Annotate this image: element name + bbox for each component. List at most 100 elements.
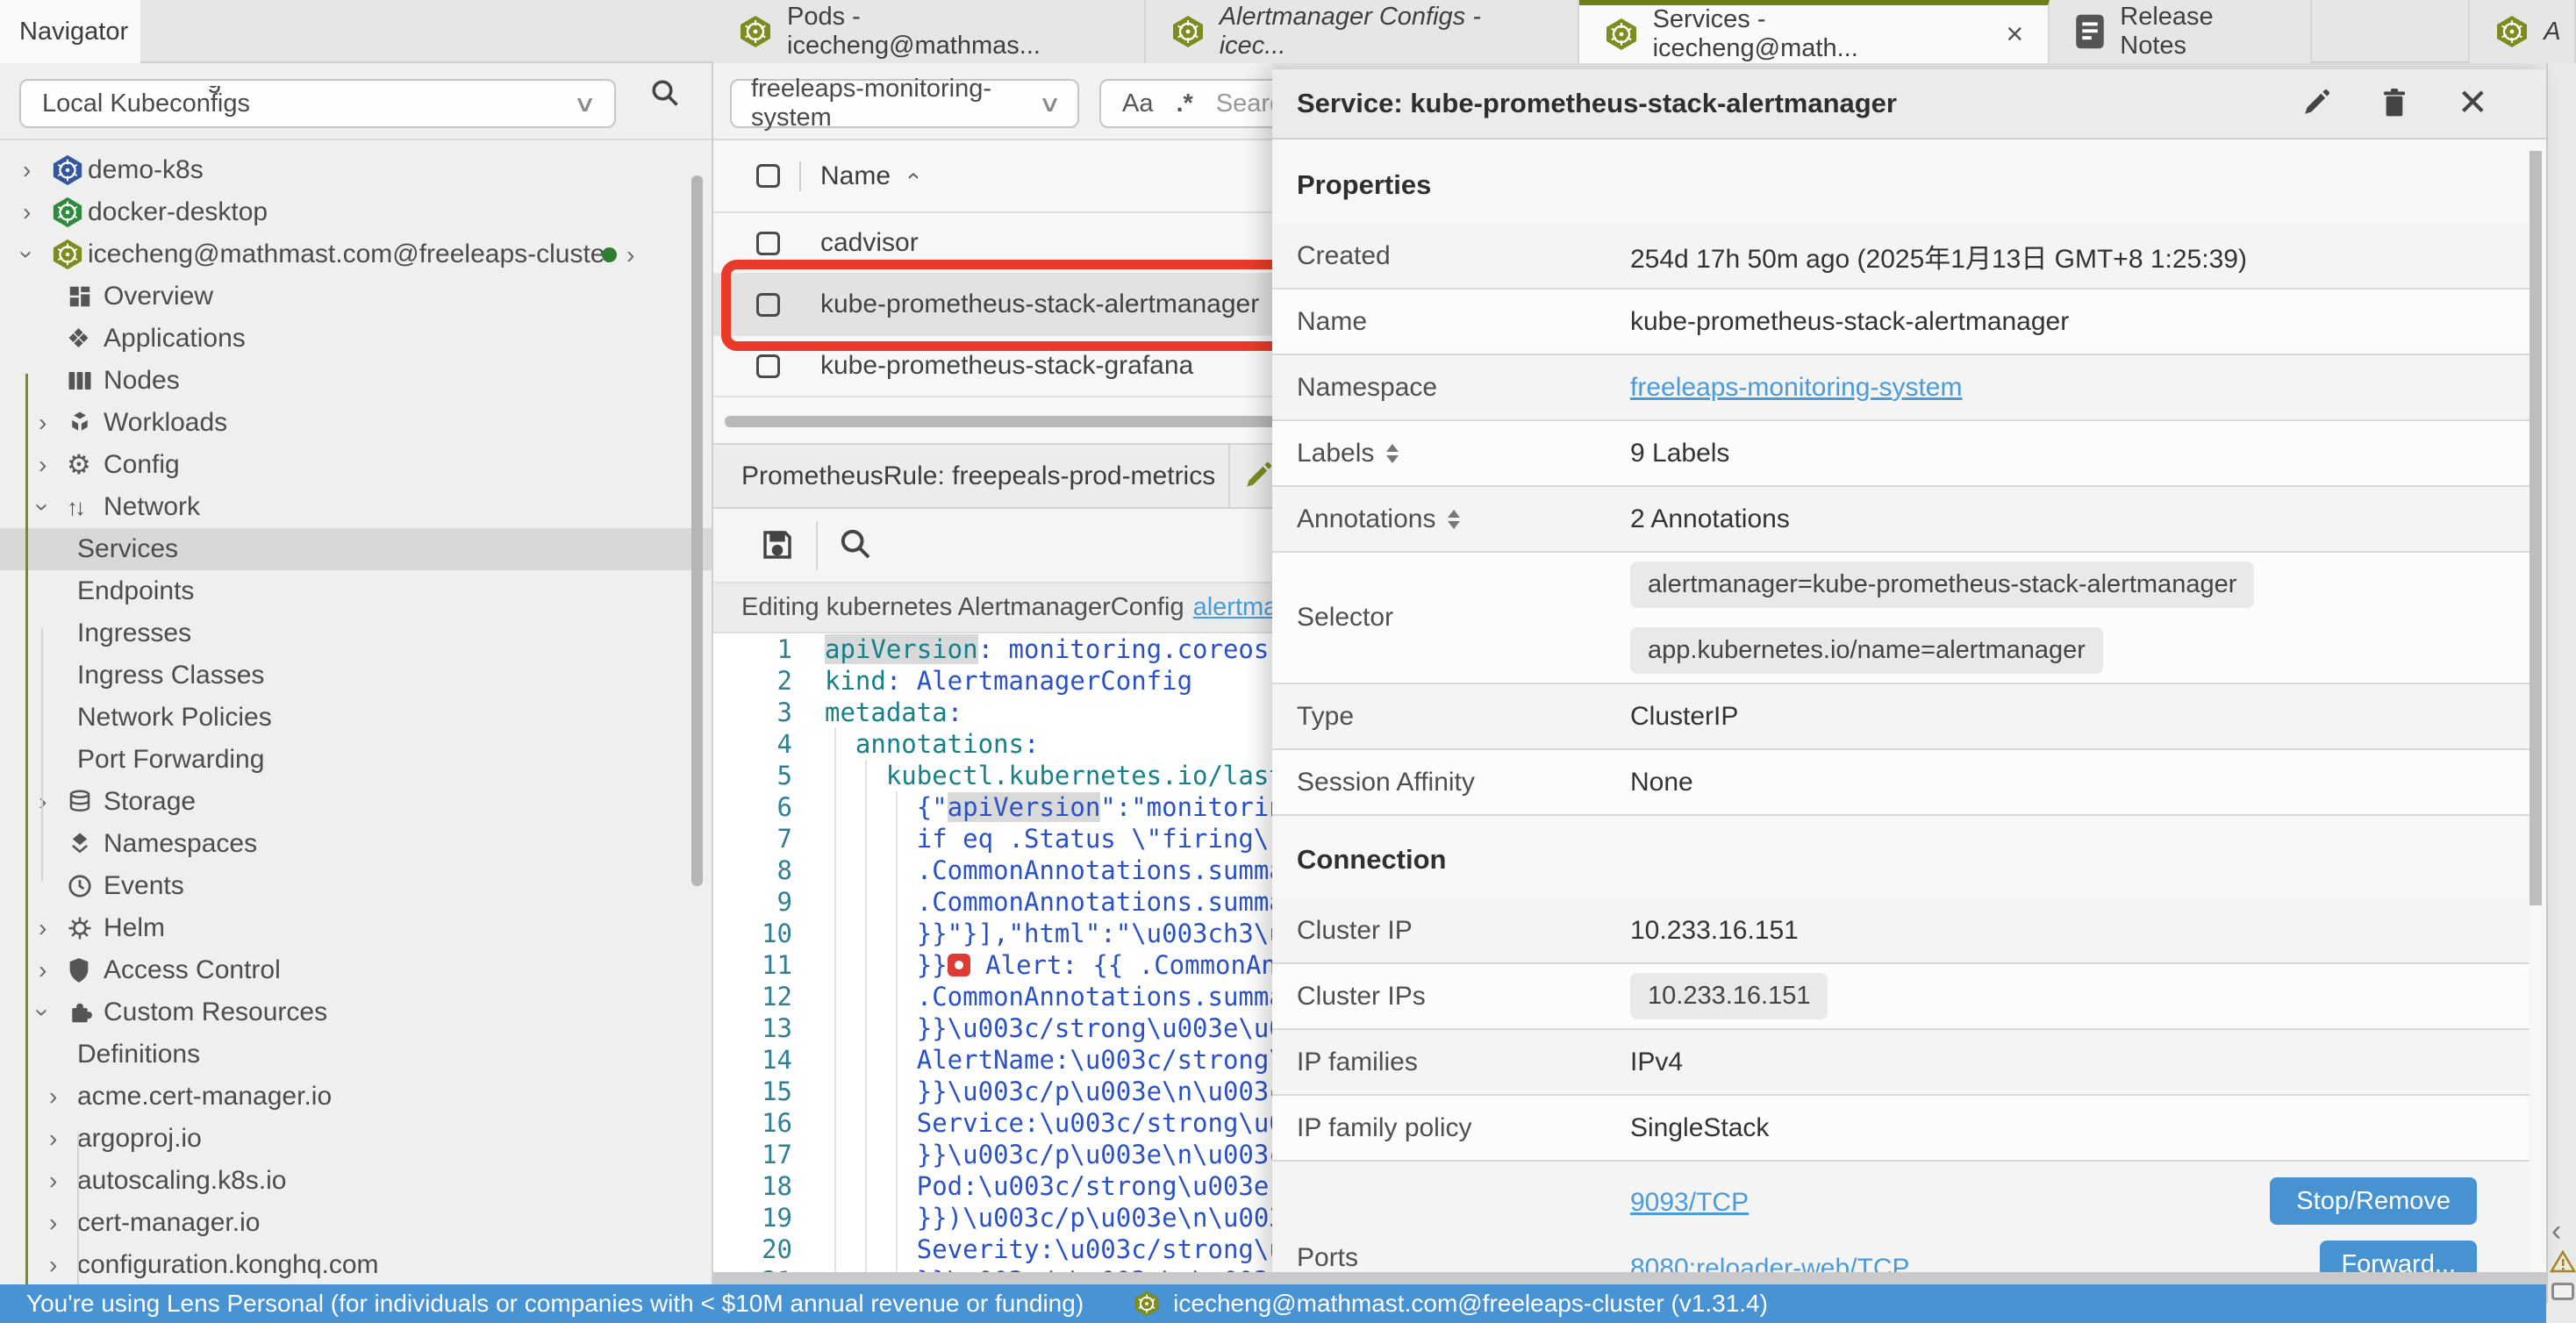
sidebar-item-network[interactable]: ›↑↓Network — [0, 486, 713, 528]
service-name: cadvisor — [820, 228, 919, 258]
sidebar-item-configuration-konghq-com[interactable]: ›configuration.konghq.com — [0, 1244, 713, 1286]
sidebar-item-network-policies[interactable]: Network Policies — [0, 697, 713, 739]
sidebar-item-argoproj-io[interactable]: ›argoproj.io — [0, 1118, 713, 1160]
chevron-glyph: › — [29, 1008, 57, 1016]
code-segment: AlertName:\u003c/strong\u003e { — [917, 1045, 1272, 1075]
code-segment: apiVersion — [825, 634, 978, 664]
sort-ascending-icon[interactable]: › — [898, 172, 926, 180]
sidebar-item-overview[interactable]: Overview — [0, 275, 713, 318]
select-all-checkbox[interactable] — [756, 164, 780, 188]
sidebar-scrollbar[interactable] — [691, 175, 703, 886]
partial-row-clip: kube-prometheus-stack-kube-state-metrics — [713, 397, 1272, 417]
sidebar-item-namespaces[interactable]: Namespaces — [0, 823, 713, 865]
match-case-toggle[interactable]: Aa — [1122, 89, 1153, 118]
indent-guide — [77, 1133, 79, 1304]
drawer-scrollbar[interactable] — [2529, 151, 2542, 905]
row-label-text: Cluster IP — [1297, 916, 1413, 946]
chip-list: 10.233.16.151 — [1630, 964, 2529, 1028]
sidebar-item-helm[interactable]: ›Helm — [0, 907, 713, 949]
tab-release-notes[interactable]: Release Notes — [2050, 0, 2312, 63]
sidebar-item-definitions[interactable]: Definitions — [0, 1033, 713, 1076]
table-horizontal-scrollbar[interactable] — [725, 416, 1272, 427]
stop-remove-button[interactable]: Stop/Remove — [2270, 1177, 2477, 1225]
sidebar-item-custom-resources[interactable]: ›Custom Resources — [0, 991, 713, 1033]
drawer-row-labels: Labels9 Labels — [1272, 421, 2529, 487]
sort-arrows-icon[interactable] — [1386, 444, 1399, 463]
sidebar-item-storage[interactable]: ›Storage — [0, 781, 713, 823]
edit-pencil-icon[interactable] — [1243, 461, 1272, 490]
horizontal-scrollbar-strip[interactable] — [713, 1272, 2546, 1284]
table-row[interactable]: kube-prometheus-stack-kube-state-metrics — [713, 397, 1272, 417]
sidebar-item-services[interactable]: Services — [0, 528, 713, 570]
sidebar-item-demo-k8s[interactable]: ›demo-k8s — [0, 149, 713, 191]
yaml-editor[interactable]: 1apiVersion: monitoring.coreos.com/v12ki… — [713, 633, 1272, 1284]
sidebar-item-endpoints[interactable]: Endpoints — [0, 570, 713, 612]
sidebar-item-label: Access Control — [104, 955, 281, 985]
tab-pods-icecheng-mathmas-[interactable]: Pods - icecheng@mathmas... — [713, 0, 1146, 63]
code-segment: Alert: {{ .CommonAnnotati — [970, 950, 1272, 980]
panel-icon[interactable] — [2551, 1283, 2574, 1300]
sidebar-item-config[interactable]: ›⚙Config — [0, 444, 713, 486]
sidebar-item-nodes[interactable]: Nodes — [0, 360, 713, 402]
sidebar-item-port-forwarding[interactable]: Port Forwarding — [0, 739, 713, 781]
sidebar-item-access-control[interactable]: ›Access Control — [0, 949, 713, 991]
save-icon[interactable] — [759, 526, 796, 563]
namespace-select[interactable]: freeleaps-monitoring-system ∨ — [730, 79, 1079, 128]
service-details-drawer: Service: kube-prometheus-stack-alertmana… — [1272, 69, 2546, 1284]
drawer-title: Service: kube-prometheus-stack-alertmana… — [1297, 88, 1897, 119]
row-label-text: Annotations — [1297, 504, 1435, 534]
prometheusrule-dock-tab[interactable]: PrometheusRule: freepeals-prod-metrics — [713, 443, 1272, 509]
code-segment: }} — [917, 950, 948, 980]
code-segment: : — [1024, 729, 1039, 759]
sidebar-item-icecheng-mathmast-com-freeleaps-cluster[interactable]: › icecheng@mathmast.com@freeleaps-cluster… — [0, 233, 713, 275]
regex-toggle[interactable]: .* — [1176, 89, 1192, 118]
namespace-link[interactable]: freeleaps-monitoring-system — [1630, 355, 2529, 419]
chevron-left-icon[interactable]: ‹ — [2551, 1214, 2561, 1248]
row-checkbox[interactable] — [756, 354, 780, 378]
tab-alertmanager-configs-ice[interactable]: Alertmanager Configs - icec... — [1146, 0, 1579, 63]
port-link[interactable]: 9093/TCP — [1630, 1188, 1749, 1218]
sidebar-item-acme-cert-manager-io[interactable]: ›acme.cert-manager.io — [0, 1076, 713, 1118]
tab-services-icecheng-math-[interactable]: Services - icecheng@math...× — [1579, 0, 2050, 63]
sidebar-item-ingresses[interactable]: Ingresses — [0, 612, 713, 654]
sidebar-item-ingress-classes[interactable]: Ingress Classes — [0, 654, 713, 697]
sidebar-item-label: icecheng@mathmast.com@freeleaps-cluster — [88, 240, 613, 269]
sidebar-item-label: Applications — [104, 324, 246, 354]
close-icon[interactable]: ✕ — [2458, 85, 2488, 120]
find-icon[interactable] — [838, 526, 873, 561]
code-line: 9 .CommonAnnotations.summary }}- — [713, 886, 1272, 918]
sidebar-item-cert-manager-io[interactable]: ›cert-manager.io — [0, 1202, 713, 1244]
chevron-collapsed-icon: › — [49, 1167, 77, 1195]
code-segment: apiVersion — [948, 792, 1101, 822]
code-text: }}\u003c/p\u003e\n\u003cp\u003 — [825, 1139, 1272, 1170]
warning-icon — [2550, 1249, 2576, 1274]
sidebar-item-applications[interactable]: ❖Applications — [0, 318, 713, 360]
row-checkbox[interactable] — [756, 232, 780, 255]
sidebar-item-docker-desktop[interactable]: ›docker-desktop — [0, 191, 713, 233]
kubernetes-icon — [2494, 14, 2529, 49]
tab-partial[interactable]: A — [2468, 0, 2576, 63]
kubeconfig-select[interactable]: Local Kubeconfigs ∨ — [19, 79, 616, 128]
navigator-tab[interactable]: Navigator — [0, 0, 140, 63]
connected-dot — [602, 247, 617, 262]
edit-pencil-icon[interactable] — [2301, 88, 2331, 118]
sidebar-item-workloads[interactable]: ›Workloads — [0, 402, 713, 444]
search-input[interactable]: Aa .* Search — [1099, 79, 1272, 128]
code-segment: }})\u003c/p\u003e\n\u003cp\u00 — [917, 1203, 1272, 1233]
tab-close-icon[interactable]: × — [2006, 18, 2023, 52]
row-label: Cluster IPs — [1272, 964, 1630, 1028]
sidebar-item-events[interactable]: Events — [0, 865, 713, 907]
active-cluster-status[interactable]: icecheng@mathmast.com@freeleaps-cluster … — [1173, 1290, 1768, 1318]
code-segment: {" — [917, 792, 948, 822]
line-number: 20 — [713, 1234, 792, 1265]
code-segment — [825, 729, 855, 759]
search-icon[interactable] — [649, 77, 681, 109]
alertmanager-link[interactable]: alertmanager — [1193, 593, 1272, 622]
sort-arrows-icon[interactable] — [1448, 510, 1460, 529]
code-segment: Severity:\u003c/strong\u003e - — [917, 1234, 1272, 1264]
chevron-right-icon[interactable]: › — [626, 241, 634, 269]
trash-icon[interactable] — [2380, 87, 2408, 118]
sidebar-item-autoscaling-k8s-io[interactable]: ›autoscaling.k8s.io — [0, 1160, 713, 1202]
sidebar-item-label: argoproj.io — [77, 1124, 202, 1154]
column-header-name[interactable]: Name — [820, 161, 891, 191]
